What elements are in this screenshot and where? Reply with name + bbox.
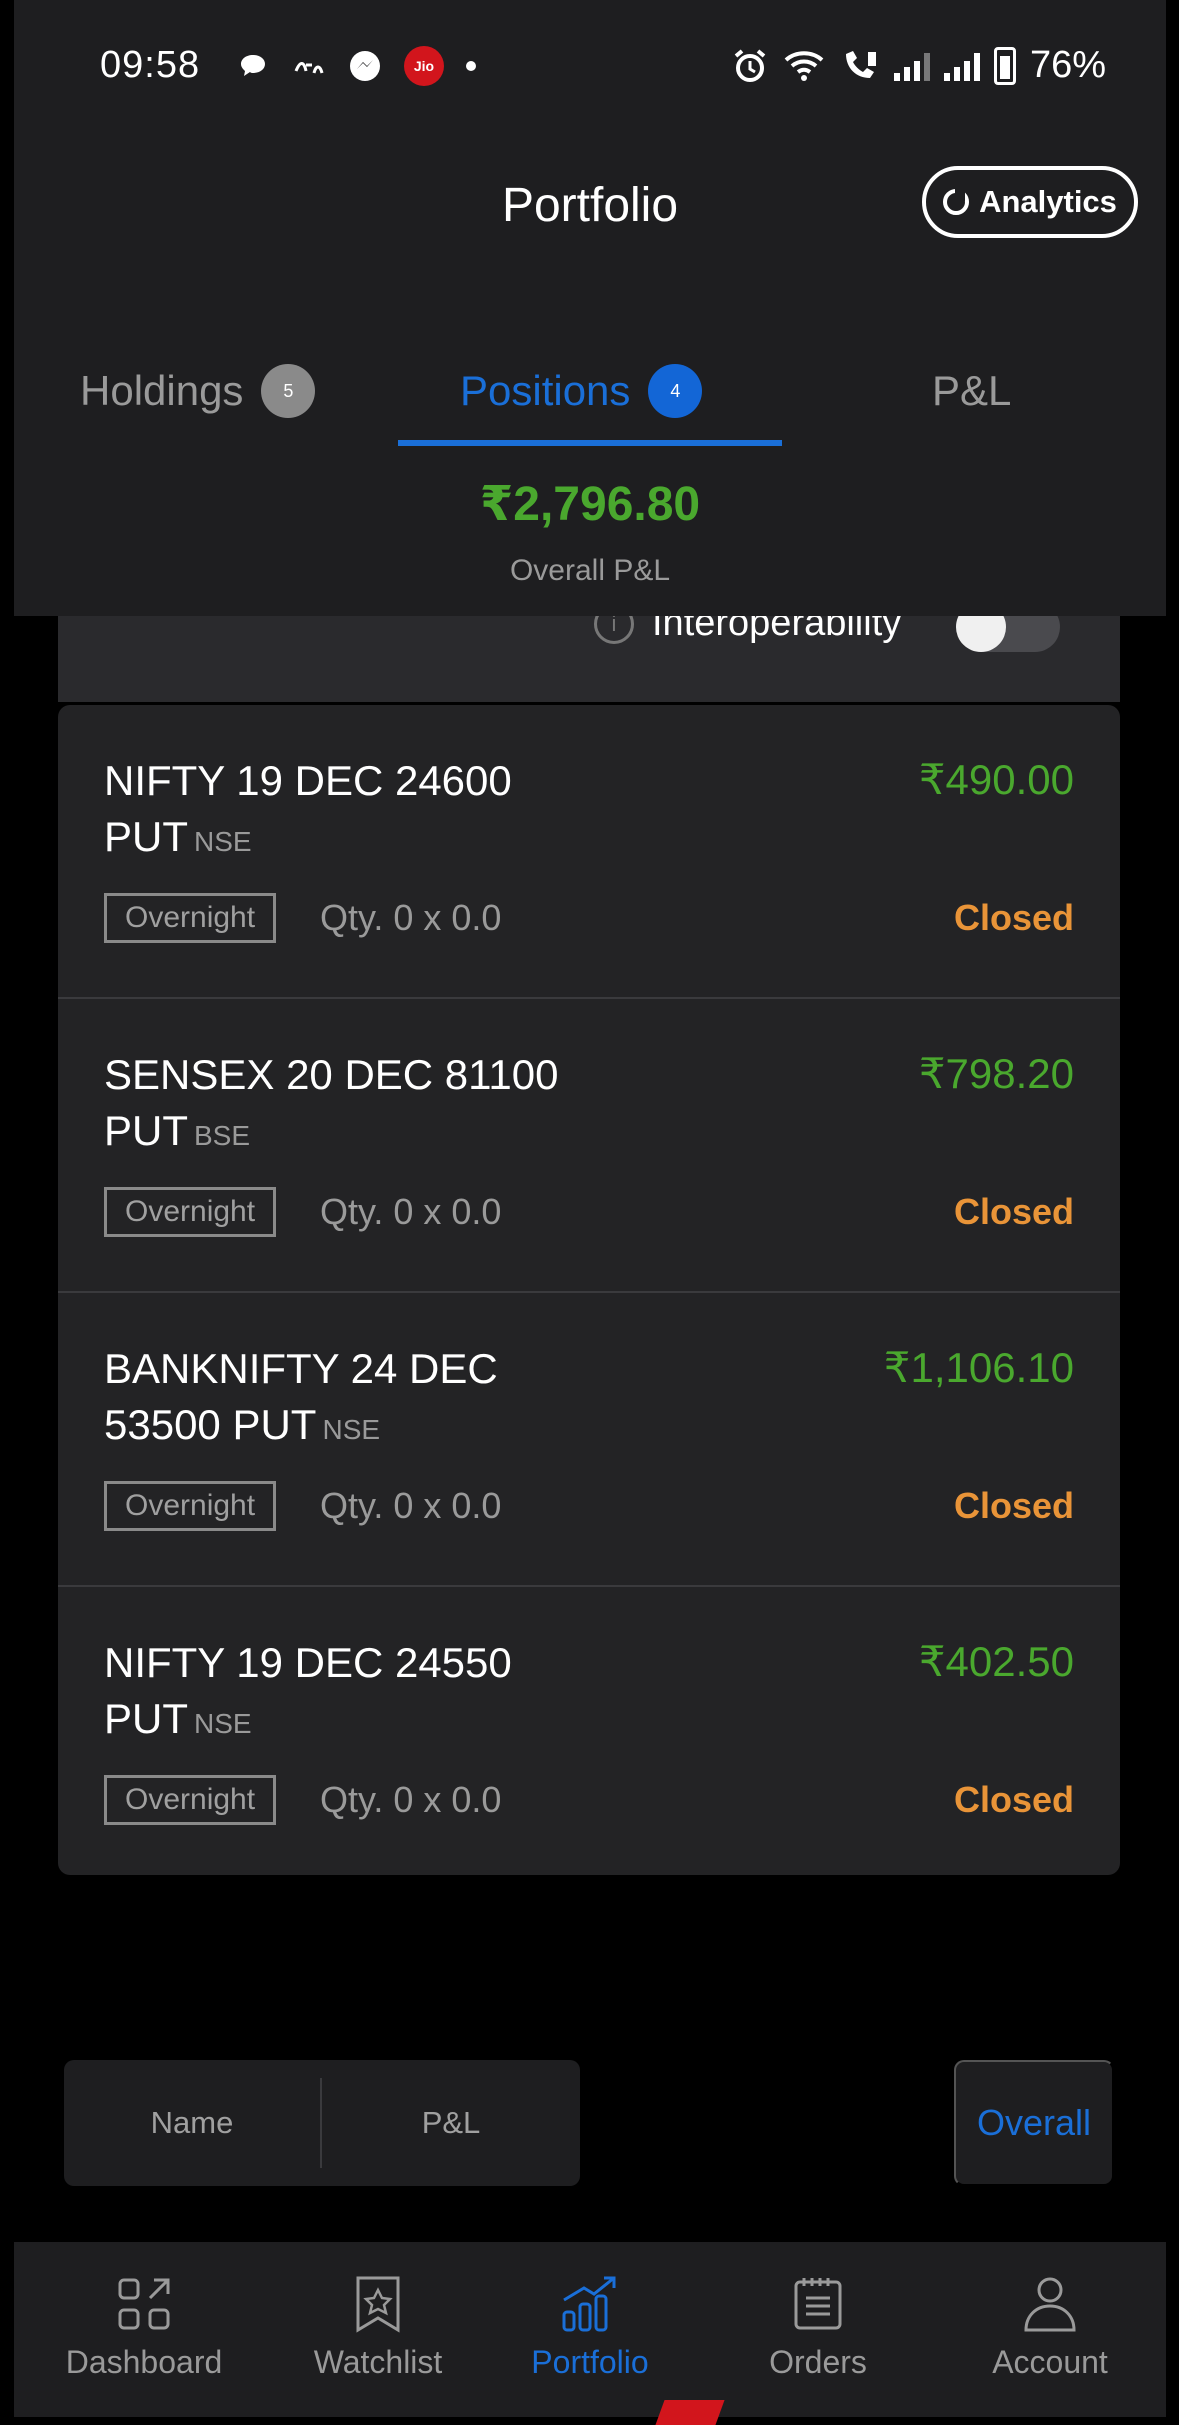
- position-pnl: ₹798.20: [918, 1050, 1074, 1097]
- app-notification-icon: [292, 49, 326, 83]
- product-type-tag: Overnight: [104, 1481, 277, 1531]
- chat-bubble-icon: [236, 49, 270, 83]
- dashboard-icon: [118, 2278, 170, 2330]
- portfolio-chart-icon: [562, 2276, 616, 2332]
- nav-watchlist-label: Watchlist: [313, 2344, 443, 2380]
- signal-bars-sim1-icon: [893, 51, 930, 81]
- position-name: BANKNIFTY 24 DEC 53500 PUT NSE: [104, 1341, 624, 1458]
- nav-dashboard[interactable]: Dashboard: [34, 2242, 254, 2417]
- position-pnl: ₹490.00: [918, 756, 1074, 803]
- analytics-label: Analytics: [979, 184, 1117, 219]
- signal-bars-sim2-icon: [943, 51, 980, 81]
- position-symbol: NIFTY 19 DEC 24600 PUT: [104, 757, 512, 860]
- orders-list-icon: [794, 2278, 842, 2330]
- position-card[interactable]: NIFTY 19 DEC 24600 PUT NSE ₹490.00 Overni…: [58, 705, 1120, 999]
- analytics-button[interactable]: Analytics: [922, 166, 1138, 238]
- product-type-tag: Overnight: [104, 893, 277, 943]
- volte-call-icon: [845, 50, 876, 78]
- notification-icons: Jio: [236, 46, 476, 86]
- position-name: NIFTY 19 DEC 24600 PUT NSE: [104, 753, 624, 870]
- wifi-icon: [784, 50, 824, 81]
- positions-list: NIFTY 19 DEC 24600 PUT NSE ₹490.00 Overni…: [58, 705, 1120, 1875]
- product-type-tag: Overnight: [104, 1187, 277, 1237]
- tab-holdings[interactable]: Holdings 5: [80, 336, 316, 446]
- overall-filter-button[interactable]: Overall: [954, 2060, 1114, 2186]
- position-card[interactable]: SENSEX 20 DEC 81100 PUT BSE ₹798.20 Overn…: [58, 999, 1120, 1293]
- nav-portfolio[interactable]: Portfolio: [480, 2242, 700, 2417]
- nav-portfolio-label: Portfolio: [531, 2344, 649, 2380]
- messenger-icon: [348, 49, 382, 83]
- tab-pl-label: P&L: [932, 367, 1012, 414]
- position-symbol: SENSEX 20 DEC 81100 PUT: [104, 1051, 559, 1154]
- battery-percent: 76%: [1029, 44, 1106, 86]
- position-exchange: NSE: [322, 1414, 381, 1445]
- tab-positions-label: Positions: [460, 367, 631, 414]
- sort-by-pl-button[interactable]: P&L: [322, 2060, 580, 2186]
- alarm-icon: [734, 48, 766, 82]
- position-pnl: ₹402.50: [918, 1638, 1074, 1685]
- active-tab-indicator: [398, 440, 782, 446]
- battery-icon: [993, 46, 1016, 85]
- sort-toggle: Name P&L: [64, 2060, 580, 2186]
- tab-holdings-label: Holdings: [80, 367, 244, 414]
- nav-watchlist[interactable]: Watchlist: [268, 2242, 488, 2417]
- nav-orders[interactable]: Orders: [708, 2242, 928, 2417]
- jio-icon: Jio: [404, 46, 444, 86]
- status-time: 09:58: [100, 44, 201, 86]
- more-notifications-dot: [466, 61, 476, 71]
- overall-pl-value: ₹2,796.80: [479, 478, 701, 531]
- position-qty: Qty. 0 x 0.0: [320, 1485, 502, 1526]
- watchlist-star-icon: [356, 2276, 400, 2333]
- pie-chart-icon: [943, 189, 970, 215]
- position-name: SENSEX 20 DEC 81100 PUT BSE: [104, 1047, 624, 1164]
- position-status: Closed: [953, 1779, 1074, 1820]
- bottom-navigation: Dashboard Watchlist Portfolio Orders Acc…: [14, 2242, 1166, 2417]
- brand-accent-mark: [655, 2400, 725, 2425]
- position-name: NIFTY 19 DEC 24550 PUT NSE: [104, 1635, 624, 1752]
- position-qty: Qty. 0 x 0.0: [320, 897, 502, 938]
- position-symbol: BANKNIFTY 24 DEC 53500 PUT: [104, 1345, 498, 1448]
- position-status: Closed: [953, 1191, 1074, 1232]
- position-qty: Qty. 0 x 0.0: [320, 1779, 502, 1820]
- position-exchange: NSE: [194, 1708, 252, 1739]
- position-exchange: BSE: [194, 1120, 251, 1151]
- position-status: Closed: [953, 1485, 1074, 1526]
- status-bar: 09:58 Jio 76%: [14, 0, 1166, 130]
- nav-orders-label: Orders: [769, 2344, 867, 2380]
- nav-account-label: Account: [992, 2344, 1108, 2380]
- portfolio-tabs: Holdings 5 Positions 4 P&L: [14, 336, 1166, 446]
- top-header-card: 09:58 Jio 76% Portfolio Analytics Holdin…: [14, 0, 1166, 616]
- position-pnl: ₹1,106.10: [883, 1344, 1074, 1391]
- nav-dashboard-label: Dashboard: [65, 2344, 223, 2380]
- sort-by-name-button[interactable]: Name: [64, 2060, 320, 2186]
- position-exchange: NSE: [194, 826, 252, 857]
- tab-pl[interactable]: P&L: [932, 336, 1011, 446]
- system-indicators: 76%: [732, 44, 1106, 87]
- overall-pl-label: Overall P&L: [509, 554, 671, 587]
- product-type-tag: Overnight: [104, 1775, 277, 1825]
- position-card[interactable]: NIFTY 19 DEC 24550 PUT NSE ₹402.50 Overni…: [58, 1587, 1120, 1881]
- position-qty: Qty. 0 x 0.0: [320, 1191, 502, 1232]
- positions-count-badge: 4: [648, 364, 703, 418]
- account-user-icon: [1024, 2277, 1076, 2332]
- position-symbol: NIFTY 19 DEC 24550 PUT: [104, 1639, 512, 1742]
- tab-positions[interactable]: Positions 4: [460, 336, 703, 446]
- position-status: Closed: [953, 897, 1074, 938]
- position-card[interactable]: BANKNIFTY 24 DEC 53500 PUT NSE ₹1,106.10 …: [58, 1293, 1120, 1587]
- nav-account[interactable]: Account: [940, 2242, 1160, 2417]
- holdings-count-badge: 5: [261, 364, 316, 418]
